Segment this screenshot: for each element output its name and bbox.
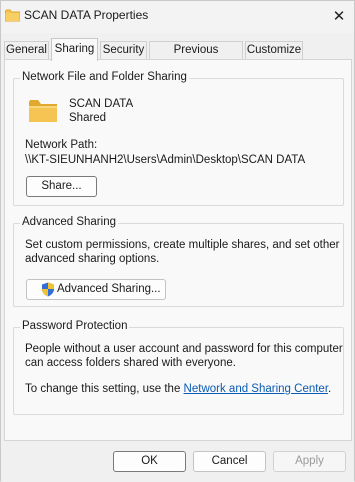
network-path-label: Network Path: xyxy=(25,139,98,151)
advanced-sharing-description: advanced sharing options. xyxy=(25,253,160,265)
advanced-sharing-description: Set custom permissions, create multiple … xyxy=(25,239,340,251)
cancel-button[interactable]: Cancel xyxy=(193,451,266,472)
dialog-button-bar: OK Cancel Apply xyxy=(1,442,354,482)
advanced-sharing-group: Advanced Sharing Set custom permissions,… xyxy=(13,216,344,307)
change-setting-text: To change this setting, use the Network … xyxy=(25,383,331,395)
sharing-panel: Network File and Folder Sharing SCAN DAT… xyxy=(4,59,352,441)
folder-icon xyxy=(5,9,20,22)
advanced-sharing-label: Advanced Sharing... xyxy=(57,283,161,295)
share-button[interactable]: Share... xyxy=(26,176,97,197)
properties-window: SCAN DATA Properties ✕ General Sharing S… xyxy=(0,0,355,482)
group-title: Network File and Folder Sharing xyxy=(20,71,189,83)
password-protection-group: Password Protection People without a use… xyxy=(13,320,344,415)
ok-button[interactable]: OK xyxy=(113,451,186,472)
apply-button[interactable]: Apply xyxy=(273,451,346,472)
group-title: Password Protection xyxy=(20,320,130,332)
network-sharing-center-link[interactable]: Network and Sharing Center xyxy=(184,383,328,395)
network-sharing-group: Network File and Folder Sharing SCAN DAT… xyxy=(13,71,344,206)
tab-general[interactable]: General xyxy=(4,41,49,60)
tab-sharing[interactable]: Sharing xyxy=(51,38,98,61)
password-protection-description: People without a user account and passwo… xyxy=(25,343,343,355)
folder-name: SCAN DATA xyxy=(69,98,134,110)
network-path: \\KT-SIEUNHANH2\Users\Admin\Desktop\SCAN… xyxy=(25,154,306,166)
tab-previous-versions[interactable]: Previous Versions xyxy=(149,41,243,73)
title-bar: SCAN DATA Properties ✕ xyxy=(1,1,354,33)
folder-icon xyxy=(28,99,58,126)
advanced-sharing-button[interactable]: Advanced Sharing... xyxy=(26,279,166,300)
group-title: Advanced Sharing xyxy=(20,216,118,228)
tab-customize[interactable]: Customize xyxy=(245,41,303,60)
password-protection-description: can access folders shared with everyone. xyxy=(25,357,236,369)
close-button[interactable]: ✕ xyxy=(324,1,354,31)
tab-security[interactable]: Security xyxy=(100,41,147,60)
change-setting-prefix: To change this setting, use the xyxy=(25,383,184,395)
change-setting-suffix: . xyxy=(328,383,332,395)
uac-shield-icon xyxy=(41,282,55,304)
window-title: SCAN DATA Properties xyxy=(24,8,149,22)
close-icon: ✕ xyxy=(332,8,346,25)
share-status: Shared xyxy=(69,112,107,124)
